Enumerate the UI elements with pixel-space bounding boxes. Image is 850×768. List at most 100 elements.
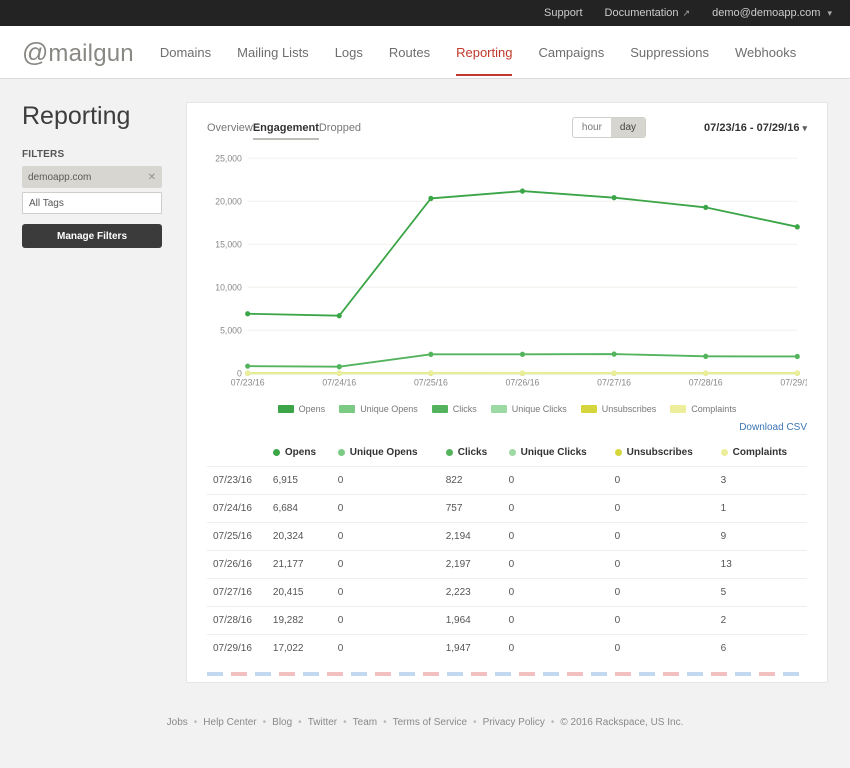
cell-clicks: 1,947 [440,635,503,663]
nav-suppressions[interactable]: Suppressions [630,29,709,76]
table-row: 07/28/1619,28201,964002 [207,607,807,635]
legend-swatch [670,405,686,413]
granularity-toggle[interactable]: hourday [572,117,646,138]
footer-link[interactable]: Blog [272,717,292,728]
table-row: 07/29/1617,02201,947006 [207,635,807,663]
report-card: OverviewEngagementDropped hourday 07/23/… [186,102,828,683]
filters-heading: FILTERS [22,149,162,160]
cell-opens: 6,915 [267,467,332,495]
table-row: 07/24/166,6840757001 [207,495,807,523]
cell-date: 07/25/16 [207,523,267,551]
nav-reporting[interactable]: Reporting [456,29,512,76]
nav-logs[interactable]: Logs [335,29,363,76]
cell-uopens: 0 [332,579,440,607]
legend-label: Clicks [453,404,477,414]
utility-bar: Support Documentation demo@demoapp.com [0,0,850,26]
page-title: Reporting [22,102,162,131]
cell-unsubs: 0 [609,579,715,607]
cell-opens: 21,177 [267,551,332,579]
column-dot-icon [615,449,622,456]
svg-text:07/23/16: 07/23/16 [231,377,265,387]
column-dot-icon [338,449,345,456]
cell-unsubs: 0 [609,467,715,495]
date-range-picker[interactable]: 07/23/16 - 07/29/16 [704,122,807,134]
cell-clicks: 2,194 [440,523,503,551]
legend-item[interactable]: Complaints [670,404,736,414]
cell-clicks: 822 [440,467,503,495]
manage-filters-button[interactable]: Manage Filters [22,224,162,248]
cell-clicks: 757 [440,495,503,523]
th-date [207,439,267,467]
cell-opens: 6,684 [267,495,332,523]
th-complaints: Complaints [715,439,807,467]
legend-swatch [278,405,294,413]
nav-webhooks[interactable]: Webhooks [735,29,796,76]
support-link[interactable]: Support [544,7,583,19]
legend-item[interactable]: Unsubscribes [581,404,657,414]
nav-campaigns[interactable]: Campaigns [538,29,604,76]
tab-engagement[interactable]: Engagement [253,122,319,140]
cell-uclicks: 0 [503,495,609,523]
mailgun-logo[interactable]: @mailgun [22,37,134,68]
cell-unsubs: 0 [609,495,715,523]
legend-item[interactable]: Clicks [432,404,477,414]
cell-opens: 20,324 [267,523,332,551]
cell-complaints: 3 [715,467,807,495]
cell-uopens: 0 [332,607,440,635]
nav-mailing-lists[interactable]: Mailing Lists [237,29,309,76]
footer-link[interactable]: Jobs [167,717,188,728]
granularity-hour[interactable]: hour [573,118,611,137]
svg-text:15,000: 15,000 [215,239,242,249]
legend-swatch [432,405,448,413]
account-menu[interactable]: demo@demoapp.com [712,7,832,19]
legend-item[interactable]: Unique Opens [339,404,418,414]
footer-link[interactable]: Twitter [308,717,337,728]
cell-complaints: 5 [715,579,807,607]
th-opens: Opens [267,439,332,467]
th-uclicks: Unique Clicks [503,439,609,467]
table-row: 07/25/1620,32402,194009 [207,523,807,551]
legend-label: Unsubscribes [602,404,657,414]
filter-chip-label: demoapp.com [28,172,91,183]
engagement-table: OpensUnique OpensClicksUnique ClicksUnsu… [207,439,807,662]
cell-uclicks: 0 [503,523,609,551]
th-clicks: Clicks [440,439,503,467]
footer-copyright: © 2016 Rackspace, US Inc. [560,717,683,728]
table-row: 07/26/1621,17702,1970013 [207,551,807,579]
svg-text:25,000: 25,000 [215,153,242,163]
cell-date: 07/29/16 [207,635,267,663]
chart-legend: Opens Unique Opens Clicks Unique Clicks Unsu… [207,404,807,414]
footer-link[interactable]: Team [353,717,377,728]
th-unsubs: Unsubscribes [609,439,715,467]
cell-uopens: 0 [332,523,440,551]
svg-text:20,000: 20,000 [215,196,242,206]
filter-tags-select[interactable]: All Tags [22,192,162,214]
cell-complaints: 9 [715,523,807,551]
cell-complaints: 13 [715,551,807,579]
tab-overview[interactable]: Overview [207,122,253,140]
remove-filter-icon[interactable]: ✕ [148,172,156,183]
filter-chip-domain[interactable]: demoapp.com ✕ [22,166,162,188]
table-row: 07/27/1620,41502,223005 [207,579,807,607]
legend-item[interactable]: Opens [278,404,326,414]
legend-swatch [339,405,355,413]
footer-link[interactable]: Terms of Service [393,717,467,728]
nav-routes[interactable]: Routes [389,29,430,76]
cell-clicks: 2,223 [440,579,503,607]
tab-dropped[interactable]: Dropped [319,122,361,140]
cell-opens: 17,022 [267,635,332,663]
cell-date: 07/28/16 [207,607,267,635]
legend-item[interactable]: Unique Clicks [491,404,567,414]
cell-clicks: 1,964 [440,607,503,635]
granularity-day[interactable]: day [611,118,645,137]
sidebar: Reporting FILTERS demoapp.com ✕ All Tags… [22,102,162,683]
download-csv-link[interactable]: Download CSV [739,422,807,433]
cell-date: 07/26/16 [207,551,267,579]
documentation-link[interactable]: Documentation [605,7,691,19]
footer-link[interactable]: Help Center [203,717,256,728]
column-dot-icon [446,449,453,456]
cell-uclicks: 0 [503,607,609,635]
svg-text:07/27/16: 07/27/16 [597,377,631,387]
nav-domains[interactable]: Domains [160,29,211,76]
footer-link[interactable]: Privacy Policy [483,717,545,728]
